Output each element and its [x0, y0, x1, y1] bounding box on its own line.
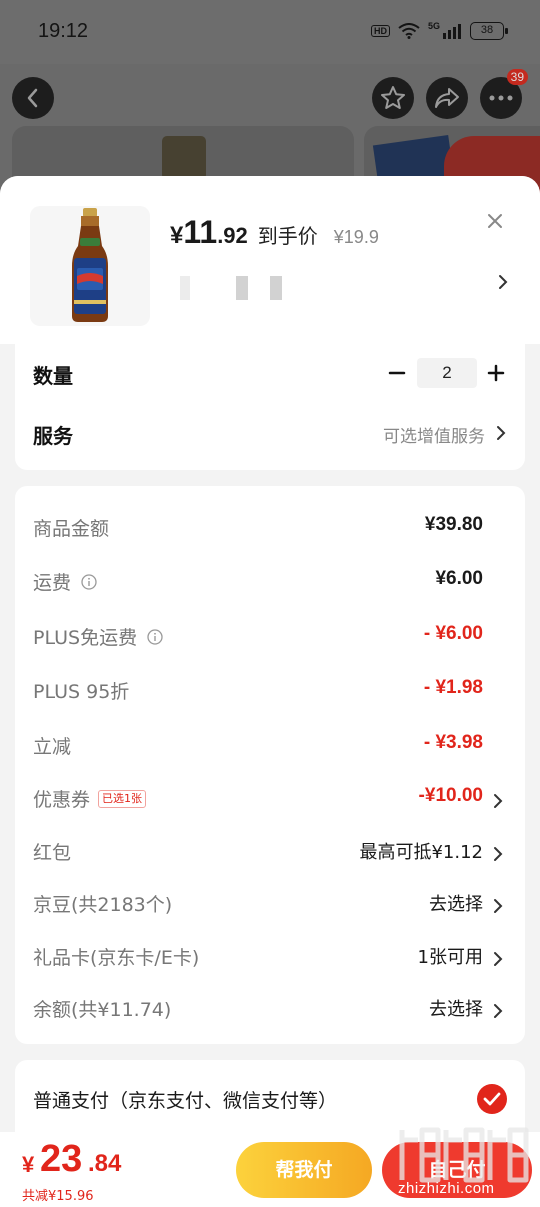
- help-me-pay-button[interactable]: 帮我付: [236, 1142, 372, 1198]
- fee-value: ¥6.00: [435, 568, 483, 589]
- fee-value: -¥10.00: [418, 785, 483, 806]
- sesame-oil-bottle-image: [72, 208, 108, 322]
- info-icon[interactable]: [147, 628, 163, 645]
- quantity-label: 数量: [33, 364, 73, 388]
- check-circle-icon: [477, 1084, 507, 1114]
- back-icon: [27, 88, 38, 108]
- fee-row-balance[interactable]: 余额(共¥11.74) 去选择: [15, 989, 525, 1029]
- more-badge: 39: [506, 69, 528, 85]
- fee-value: 去选择: [429, 999, 483, 1020]
- spec-chevron-right-icon: [496, 272, 510, 292]
- spec-placeholder: [180, 276, 190, 300]
- payment-selected-checkbox[interactable]: [477, 1084, 507, 1114]
- fee-row-red-packet[interactable]: 红包 最高可抵¥1.12: [15, 832, 525, 872]
- service-chevron-right-icon: [495, 424, 507, 442]
- fee-row-plus-discount: PLUS 95折 - ¥1.98: [15, 671, 525, 711]
- fee-label-text: PLUS免运费: [33, 627, 138, 649]
- price-breakdown-card: 商品金额 ¥39.80 运费 ¥6.00 PLUS免运费 - ¥6.00 PLU…: [15, 486, 525, 1044]
- fee-value: ¥39.80: [424, 514, 483, 535]
- info-icon[interactable]: [81, 573, 97, 590]
- signal-icon: [443, 24, 461, 39]
- total-decimal: .84: [88, 1150, 122, 1177]
- plus-icon: [487, 364, 505, 382]
- battery-icon: 38: [470, 22, 508, 40]
- chevron-right-icon: [494, 952, 503, 966]
- fee-label-text: 运费: [33, 572, 72, 594]
- fee-value: 1张可用: [417, 947, 483, 968]
- price-row: ¥ 11 .92 到手价 ¥19.9: [170, 214, 379, 251]
- original-price: ¥19.9: [333, 227, 379, 247]
- price-decimal: .92: [217, 223, 248, 248]
- fee-label: PLUS免运费: [33, 623, 163, 650]
- fee-label-text: 优惠券: [33, 789, 91, 811]
- price-symbol: ¥: [170, 222, 184, 249]
- fee-label: 余额(共¥11.74): [33, 999, 172, 1021]
- total-saved: 共减¥15.96: [22, 1189, 94, 1204]
- fee-label: PLUS 95折: [33, 681, 130, 703]
- status-time: 19:12: [38, 20, 89, 42]
- fee-value: - ¥6.00: [423, 623, 483, 644]
- chevron-right-icon: [494, 1004, 503, 1018]
- quantity-plus-button[interactable]: [484, 361, 508, 385]
- quantity-input[interactable]: 2: [417, 358, 477, 388]
- close-icon: [488, 214, 502, 228]
- fee-value: 去选择: [429, 894, 483, 915]
- share-button[interactable]: [426, 77, 468, 119]
- fee-label: 运费: [33, 568, 97, 595]
- fee-label: 优惠券 已选1张: [33, 785, 147, 812]
- price-integer: 11: [183, 214, 218, 250]
- fee-row-shipping: 运费 ¥6.00: [15, 562, 525, 602]
- fee-row-jingdou[interactable]: 京豆(共2183个) 去选择: [15, 884, 525, 924]
- service-label: 服务: [33, 424, 73, 448]
- chevron-right-icon: [494, 847, 503, 861]
- order-sheet: ¥ 11 .92 到手价 ¥19.9 数量 2 服务 可选增值服务 商品金额 ¥…: [0, 176, 540, 1207]
- spec-selector[interactable]: [170, 276, 510, 302]
- chevron-right-icon: [494, 899, 503, 913]
- service-value[interactable]: 可选增值服务: [383, 422, 485, 447]
- back-button[interactable]: [12, 77, 54, 119]
- price-label: 到手价: [257, 224, 318, 248]
- more-button[interactable]: 39: [480, 69, 528, 119]
- fee-label: 京豆(共2183个): [33, 894, 173, 916]
- chevron-right-icon: [494, 794, 503, 808]
- product-image: [30, 206, 150, 326]
- fee-row-coupon[interactable]: 优惠券 已选1张 -¥10.00: [15, 779, 525, 819]
- total-symbol: ¥: [22, 1152, 35, 1177]
- fee-row-instant-discount: 立减 - ¥3.98: [15, 726, 525, 766]
- spec-placeholder: [236, 276, 248, 300]
- star-icon: [381, 86, 405, 109]
- fee-row-plus-free-shipping: PLUS免运费 - ¥6.00: [15, 617, 525, 657]
- fee-row-goods-amount: 商品金额 ¥39.80: [15, 508, 525, 548]
- network-label: 5G: [427, 21, 440, 31]
- status-icons: HD 5G 38: [370, 21, 508, 40]
- fee-row-gift-card[interactable]: 礼品卡(京东卡/E卡) 1张可用: [15, 937, 525, 977]
- quantity-service-card: 数量 2 服务 可选增值服务: [15, 344, 525, 470]
- background-bottle-image: [162, 136, 206, 180]
- wifi-icon: [398, 23, 420, 39]
- fee-value: - ¥1.98: [423, 677, 483, 698]
- favorite-button[interactable]: [372, 77, 414, 119]
- payment-method-label: 普通支付（京东支付、微信支付等）: [33, 1090, 338, 1112]
- coupon-selected-badge: 已选1张: [98, 789, 147, 808]
- fee-label: 礼品卡(京东卡/E卡): [33, 947, 200, 969]
- close-button[interactable]: [482, 208, 508, 234]
- hd-icon: HD: [370, 25, 390, 37]
- share-icon: [435, 88, 459, 108]
- fee-label: 立减: [33, 736, 72, 758]
- product-header: ¥ 11 .92 到手价 ¥19.9: [0, 176, 540, 344]
- fee-label: 商品金额: [33, 518, 110, 540]
- fee-value: 最高可抵¥1.12: [359, 842, 483, 863]
- status-bar: 19:12 HD 5G 38: [0, 0, 540, 64]
- spec-placeholder: [270, 276, 282, 300]
- watermark-text: zhizhizhi.com: [398, 1180, 495, 1197]
- fee-label: 红包: [33, 842, 72, 864]
- more-icon: [489, 95, 513, 101]
- minus-icon: [388, 371, 406, 375]
- total-integer: 23: [40, 1138, 83, 1180]
- quantity-minus-button[interactable]: [385, 361, 409, 385]
- fee-value: - ¥3.98: [423, 732, 483, 753]
